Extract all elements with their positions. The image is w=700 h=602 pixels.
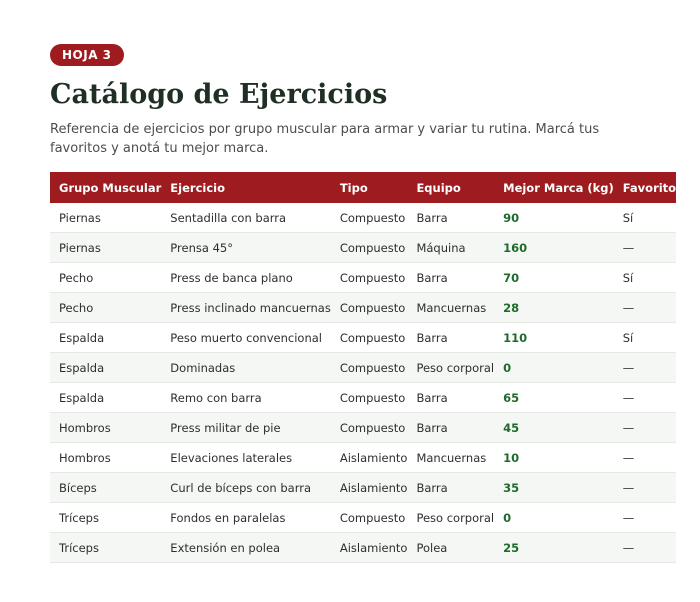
page: HOJA 3 Catálogo de Ejercicios Referencia…	[0, 0, 700, 602]
cell-grupo-muscular: Piernas	[50, 203, 162, 233]
cell-equipo: Barra	[407, 322, 495, 353]
cell-equipo: Peso corporal	[407, 502, 495, 533]
cell-grupo-muscular: Espalda	[50, 382, 162, 413]
cell-mejor-marca[interactable]: 10	[494, 442, 614, 473]
header-grupo-muscular[interactable]: Grupo Muscular	[50, 172, 161, 203]
cell-favorito[interactable]: Sí	[613, 262, 677, 293]
cell-equipo: Barra	[407, 262, 495, 293]
table-row: Bíceps Curl de bíceps con barra Aislamient…	[50, 472, 677, 503]
cell-grupo-muscular: Hombros	[50, 442, 162, 473]
cell-ejercicio: Peso muerto convencional	[161, 322, 331, 353]
cell-tipo: Compuesto	[330, 352, 408, 383]
cell-favorito[interactable]: —	[613, 292, 677, 323]
table-row: Hombros Press militar de pie Compuesto Barr…	[50, 412, 677, 443]
cell-equipo: Peso corporal	[407, 352, 495, 383]
cell-grupo-muscular: Piernas	[50, 232, 162, 263]
cell-equipo: Polea	[407, 532, 495, 563]
cell-ejercicio: Remo con barra	[161, 382, 331, 413]
table-header-row: Grupo Muscular Ejercicio Tipo Equipo Mej…	[50, 172, 677, 203]
exercise-table: Grupo Muscular Ejercicio Tipo Equipo Mej…	[50, 172, 677, 563]
cell-equipo: Barra	[407, 472, 495, 503]
cell-grupo-muscular: Pecho	[50, 292, 162, 323]
table-row: Hombros Elevaciones laterales Aislamiento M…	[50, 442, 677, 473]
cell-ejercicio: Prensa 45°	[161, 232, 331, 263]
cell-ejercicio: Press inclinado mancuernas	[161, 292, 331, 323]
table-row: Espalda Peso muerto convencional Compuesto…	[50, 322, 677, 353]
table-row: Tríceps Extensión en polea Aislamiento Pole…	[50, 532, 677, 563]
cell-ejercicio: Extensión en polea	[161, 532, 331, 563]
cell-ejercicio: Press de banca plano	[161, 262, 331, 293]
cell-equipo: Mancuernas	[407, 292, 495, 323]
cell-tipo: Compuesto	[330, 322, 408, 353]
cell-equipo: Barra	[407, 203, 495, 233]
cell-favorito[interactable]: —	[613, 472, 677, 503]
header-ejercicio[interactable]: Ejercicio	[161, 172, 331, 203]
cell-tipo: Aislamiento	[330, 472, 408, 503]
cell-tipo: Aislamiento	[330, 532, 408, 563]
table-row: Espalda Remo con barra Compuesto Barra 65—	[50, 382, 677, 413]
cell-equipo: Barra	[407, 382, 495, 413]
page-title: Catálogo de Ejercicios	[50, 79, 388, 110]
cell-mejor-marca[interactable]: 70	[494, 262, 614, 293]
cell-ejercicio: Elevaciones laterales	[161, 442, 331, 473]
cell-ejercicio: Dominadas	[161, 352, 331, 383]
cell-tipo: Compuesto	[330, 232, 408, 263]
cell-favorito[interactable]: Sí	[613, 203, 677, 233]
cell-favorito[interactable]: —	[613, 352, 677, 383]
cell-tipo: Aislamiento	[330, 442, 408, 473]
cell-tipo: Compuesto	[330, 412, 408, 443]
header-equipo[interactable]: Equipo	[407, 172, 494, 203]
cell-favorito[interactable]: —	[613, 232, 677, 263]
cell-grupo-muscular: Hombros	[50, 412, 162, 443]
cell-tipo: Compuesto	[330, 203, 408, 233]
header-tipo[interactable]: Tipo	[331, 172, 408, 203]
cell-mejor-marca[interactable]: 0	[494, 352, 614, 383]
cell-equipo: Barra	[407, 412, 495, 443]
table-row: Tríceps Fondos en paralelas Compuesto Peso …	[50, 502, 677, 533]
table-row: Pecho Press de banca plano Compuesto Barra 7…	[50, 262, 677, 293]
cell-ejercicio: Curl de bíceps con barra	[161, 472, 331, 503]
table-row: Espalda Dominadas Compuesto Peso corporal 0—	[50, 352, 677, 383]
cell-mejor-marca[interactable]: 110	[494, 322, 614, 353]
header-mejor-marca[interactable]: Mejor Marca (kg)	[494, 172, 614, 203]
cell-mejor-marca[interactable]: 65	[494, 382, 614, 413]
cell-grupo-muscular: Espalda	[50, 352, 162, 383]
cell-grupo-muscular: Espalda	[50, 322, 162, 353]
header-favorito[interactable]: Favorito	[614, 172, 676, 203]
cell-tipo: Compuesto	[330, 382, 408, 413]
cell-equipo: Máquina	[407, 232, 495, 263]
cell-ejercicio: Sentadilla con barra	[161, 203, 331, 233]
cell-mejor-marca[interactable]: 25	[494, 532, 614, 563]
cell-grupo-muscular: Pecho	[50, 262, 162, 293]
sheet-badge: HOJA 3	[50, 44, 124, 66]
table-row: Pecho Press inclinado mancuernas Compuesto…	[50, 292, 677, 323]
cell-favorito[interactable]: —	[613, 442, 677, 473]
cell-grupo-muscular: Tríceps	[50, 502, 162, 533]
cell-tipo: Compuesto	[330, 502, 408, 533]
cell-favorito[interactable]: Sí	[613, 322, 677, 353]
table-row: Piernas Sentadilla con barra Compuesto Barr…	[50, 203, 677, 233]
cell-mejor-marca[interactable]: 35	[494, 472, 614, 503]
cell-tipo: Compuesto	[330, 262, 408, 293]
cell-ejercicio: Press militar de pie	[161, 412, 331, 443]
cell-grupo-muscular: Tríceps	[50, 532, 162, 563]
cell-favorito[interactable]: —	[613, 382, 677, 413]
cell-favorito[interactable]: —	[613, 502, 677, 533]
cell-equipo: Mancuernas	[407, 442, 495, 473]
cell-mejor-marca[interactable]: 45	[494, 412, 614, 443]
cell-mejor-marca[interactable]: 160	[494, 232, 614, 263]
table-row: Piernas Prensa 45° Compuesto Máquina 160—	[50, 232, 677, 263]
cell-mejor-marca[interactable]: 90	[494, 203, 614, 233]
cell-ejercicio: Fondos en paralelas	[161, 502, 331, 533]
cell-mejor-marca[interactable]: 0	[494, 502, 614, 533]
cell-favorito[interactable]: —	[613, 412, 677, 443]
page-subtitle: Referencia de ejercicios por grupo muscu…	[50, 122, 600, 156]
cell-tipo: Compuesto	[330, 292, 408, 323]
cell-favorito[interactable]: —	[613, 532, 677, 563]
cell-mejor-marca[interactable]: 28	[494, 292, 614, 323]
cell-grupo-muscular: Bíceps	[50, 472, 162, 503]
